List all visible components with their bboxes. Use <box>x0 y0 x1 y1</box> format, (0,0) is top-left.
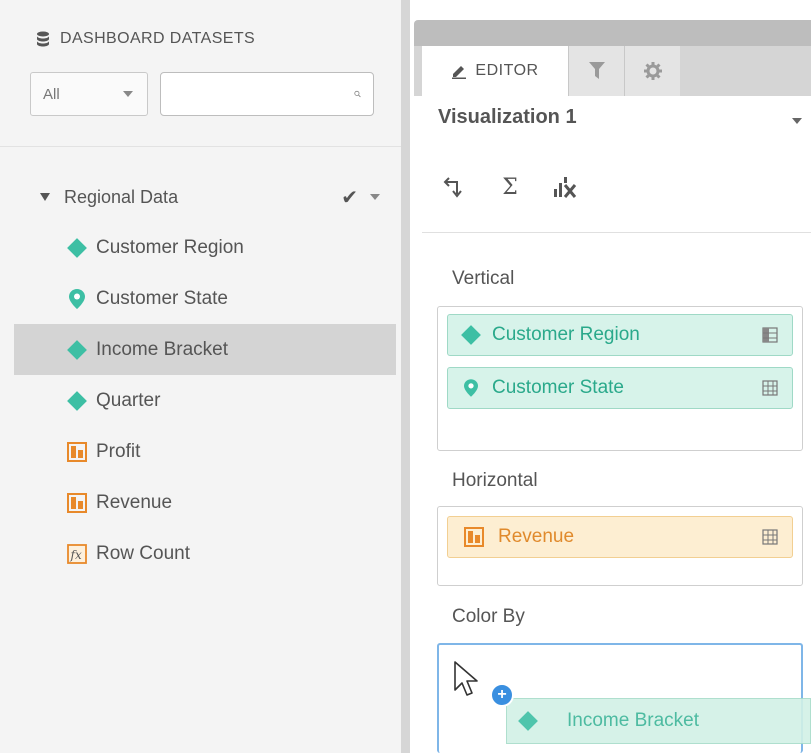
field-list: Customer Region Customer State Income Br… <box>14 222 396 579</box>
field-label: Revenue <box>96 491 173 513</box>
measure-icon <box>66 441 88 463</box>
clear-chart-icon[interactable] <box>552 172 580 202</box>
divider <box>422 232 811 233</box>
diamond-icon <box>518 711 538 731</box>
field-item-income-bracket[interactable]: Income Bracket <box>14 324 396 375</box>
diamond-icon <box>66 237 88 259</box>
field-item-revenue[interactable]: Revenue <box>14 477 396 528</box>
field-label: Profit <box>96 440 141 462</box>
sum-icon[interactable]: Σ <box>496 172 524 202</box>
tab-settings[interactable] <box>624 46 680 96</box>
checkmark-icon[interactable]: ✔ <box>341 185 358 210</box>
vertical-pill-customer-region[interactable]: Customer Region <box>447 314 793 356</box>
vertical-pill-customer-state[interactable]: Customer State <box>447 367 793 409</box>
vertical-section-label: Vertical <box>452 268 515 289</box>
chevron-down-icon[interactable] <box>370 194 380 200</box>
formula-icon: fx <box>66 543 88 565</box>
measure-icon <box>66 492 88 514</box>
database-icon <box>37 31 49 47</box>
tab-filter[interactable] <box>568 46 624 96</box>
dragged-field-income-bracket[interactable]: Income Bracket <box>506 698 811 744</box>
pencil-icon <box>452 66 467 79</box>
diamond-icon <box>66 390 88 412</box>
field-label: Quarter <box>96 389 161 411</box>
grid-settings-icon[interactable] <box>762 327 778 343</box>
editor-toolbar: Σ <box>440 172 580 202</box>
field-item-customer-state[interactable]: Customer State <box>14 273 396 324</box>
field-item-customer-region[interactable]: Customer Region <box>14 222 396 273</box>
tab-editor-label: EDITOR <box>475 62 539 79</box>
pill-label: Revenue <box>498 526 575 547</box>
search-box[interactable] <box>160 72 374 116</box>
field-item-quarter[interactable]: Quarter <box>14 375 396 426</box>
chevron-down-icon <box>123 91 133 97</box>
dataset-group-header[interactable]: Regional Data ✔ <box>40 182 380 212</box>
dataset-filter-select[interactable]: All <box>30 72 148 116</box>
tab-editor[interactable]: EDITOR <box>422 46 568 96</box>
swap-axes-icon[interactable] <box>440 172 468 202</box>
pill-label: Customer Region <box>492 324 640 345</box>
dataset-group-name: Regional Data <box>64 186 179 207</box>
search-icon[interactable] <box>354 85 361 103</box>
svg-text:fx: fx <box>70 548 82 562</box>
location-pin-icon <box>464 379 478 397</box>
horizontal-section-label: Horizontal <box>452 470 538 491</box>
editor-header-bar <box>414 20 811 46</box>
datasets-header-label: DASHBOARD DATASETS <box>60 30 256 47</box>
editor-tabs: EDITOR <box>414 46 811 96</box>
editor-panel: EDITOR Visualization 1 Σ Vertical Custom… <box>410 0 811 753</box>
search-input[interactable] <box>169 85 354 103</box>
drag-label: Income Bracket <box>567 710 699 731</box>
diamond-icon <box>461 325 481 345</box>
divider <box>0 146 401 147</box>
pill-label: Customer State <box>492 377 624 398</box>
grid-settings-icon[interactable] <box>762 380 778 396</box>
horizontal-drop-zone[interactable]: Revenue <box>437 506 803 586</box>
field-label: Row Count <box>96 542 190 564</box>
gear-icon <box>643 62 662 80</box>
collapse-triangle-icon[interactable] <box>40 193 50 201</box>
grid-settings-icon[interactable] <box>762 529 778 545</box>
chevron-down-icon[interactable] <box>792 118 802 124</box>
dataset-filter-value: All <box>43 85 60 103</box>
horizontal-pill-revenue[interactable]: Revenue <box>447 516 793 558</box>
mouse-pointer-icon <box>454 661 478 696</box>
field-label: Customer State <box>96 287 228 309</box>
location-pin-icon <box>66 288 88 310</box>
field-label: Customer Region <box>96 236 244 258</box>
diamond-icon <box>66 339 88 361</box>
field-label: Income Bracket <box>96 338 228 360</box>
field-item-profit[interactable]: Profit <box>14 426 396 477</box>
measure-icon <box>464 527 484 547</box>
add-plus-icon: + <box>490 683 514 707</box>
field-item-row-count[interactable]: fx Row Count <box>14 528 396 579</box>
vertical-drop-zone[interactable]: Customer Region Customer State <box>437 306 803 451</box>
datasets-panel: DASHBOARD DATASETS All Regional Data ✔ C… <box>0 0 401 753</box>
panel-splitter[interactable] <box>401 0 410 753</box>
filter-icon <box>588 62 605 79</box>
datasets-header: DASHBOARD DATASETS <box>36 30 255 48</box>
color-by-section-label: Color By <box>452 606 525 627</box>
visualization-title[interactable]: Visualization 1 <box>438 106 577 129</box>
